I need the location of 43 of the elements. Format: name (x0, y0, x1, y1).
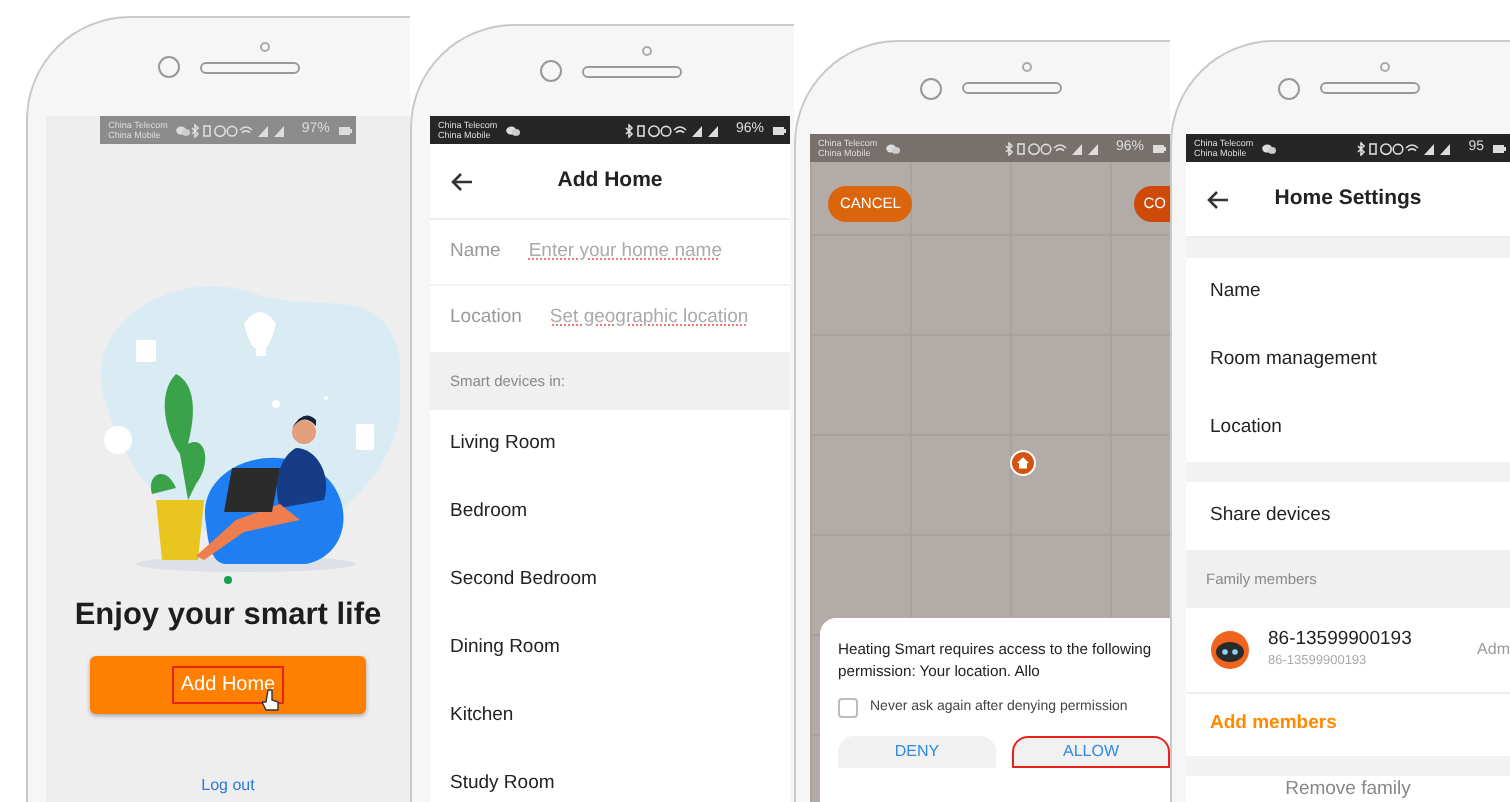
text-field[interactable]: Set geographic location (549, 304, 790, 334)
logout-link[interactable]: Log out (201, 774, 255, 798)
speaker-grille-icon (961, 82, 1061, 94)
battery-icon (772, 125, 786, 135)
checkbox[interactable] (838, 698, 858, 719)
settings-item[interactable]: Location (1186, 394, 1510, 462)
chat-bubbles-icon (175, 125, 190, 135)
screen-title: Add Home (557, 165, 663, 196)
settings-item[interactable]: Room management (1186, 326, 1510, 394)
home-pin-icon (1010, 450, 1036, 476)
hand-cursor-icon (262, 688, 280, 713)
remove-family-button[interactable]: Remove family (1186, 776, 1510, 802)
front-camera-icon (157, 56, 179, 78)
chat-bubbles-icon (885, 143, 900, 153)
battery-icon (1492, 143, 1506, 153)
front-camera-icon (1277, 77, 1299, 99)
member-name: 86-13599900193 (1268, 628, 1412, 653)
front-camera-icon (539, 60, 561, 82)
screen-title: Home Settings (1274, 183, 1422, 214)
back-arrow-icon[interactable] (1206, 189, 1230, 209)
field-label: Name (450, 237, 501, 266)
settings-item[interactable]: Name (1186, 258, 1510, 326)
chat-bubbles-icon (505, 125, 520, 135)
battery-icon (337, 125, 352, 135)
speaker-grille-icon (581, 65, 681, 77)
field-label: Location (450, 304, 522, 333)
sensor-icon (1022, 62, 1032, 72)
front-camera-icon (919, 77, 941, 99)
back-arrow-icon[interactable] (450, 171, 474, 191)
speaker-grille-icon (199, 61, 299, 73)
welcome-heading: Enjoy your smart life (74, 596, 382, 636)
chat-bubbles-icon (1261, 143, 1276, 153)
sensor-icon (260, 41, 270, 51)
sensor-icon (1380, 62, 1390, 72)
speaker-grille-icon (1319, 82, 1419, 94)
text-field[interactable]: Enter your home name (528, 237, 790, 267)
highlight-frame: Add Home (174, 668, 282, 703)
battery-icon (1152, 143, 1166, 153)
page-dot-icon (224, 576, 232, 584)
settings-item[interactable]: Share devices (1186, 482, 1510, 550)
sensor-icon (642, 45, 652, 55)
member-role: Adm (1477, 638, 1510, 662)
robot-avatar-icon (1210, 630, 1250, 670)
